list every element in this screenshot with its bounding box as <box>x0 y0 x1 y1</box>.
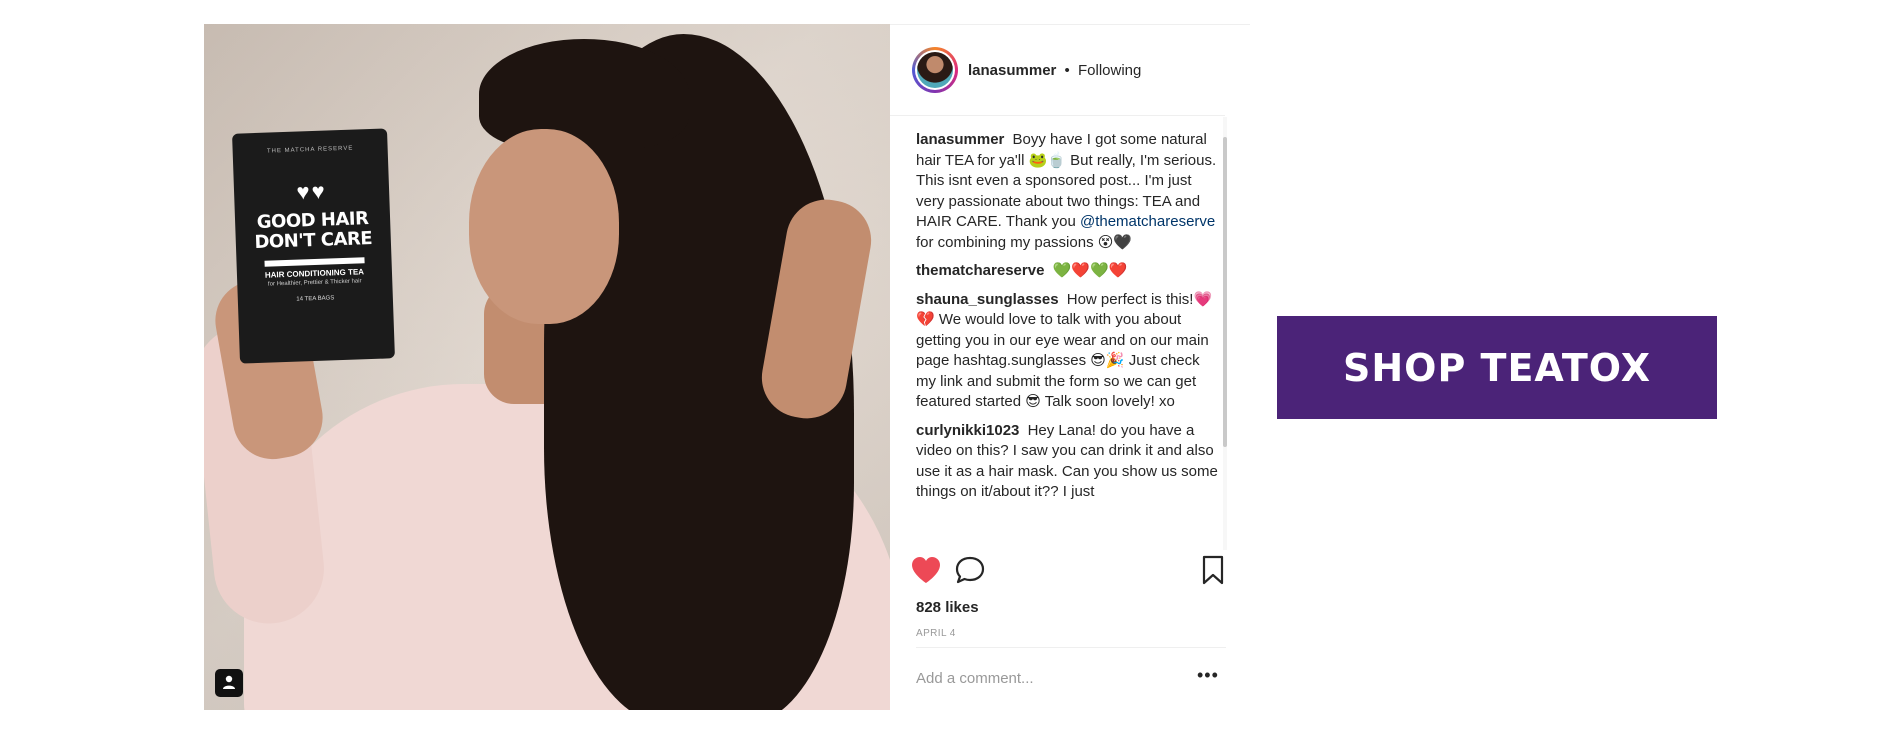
pouch-hearts: ♥♥ <box>296 178 328 205</box>
pouch-brand: THE MATCHA RESERVE <box>266 145 354 155</box>
comment-username[interactable]: curlynikki1023 <box>916 422 1019 439</box>
comment: curlynikki1023 Hey Lana! do you have a v… <box>916 421 1220 503</box>
pouch-divider <box>263 257 365 267</box>
photo-hair-top <box>479 39 689 149</box>
comment-mention[interactable]: @thematchareserve <box>1080 213 1215 230</box>
header-separator: • <box>1064 61 1070 79</box>
post-author-username[interactable]: lanasummer <box>968 62 1056 79</box>
shop-teatox-button[interactable]: SHOP TEATOX <box>1277 316 1717 419</box>
comment: shauna_sunglasses How perfect is this!💗💔… <box>916 290 1220 413</box>
comments-list[interactable]: lanasummer Boyy have I got some natural … <box>916 130 1220 550</box>
comment-username[interactable]: shauna_sunglasses <box>916 291 1059 308</box>
like-count[interactable]: 828 likes <box>916 599 979 616</box>
comment-text: How perfect is this!💗💔 We would love to … <box>916 290 1213 411</box>
bookmark-icon[interactable] <box>1200 555 1226 590</box>
comments-scrollbar[interactable] <box>1223 117 1227 550</box>
avatar-photo <box>917 52 953 88</box>
more-options-icon[interactable]: ••• <box>1197 665 1219 686</box>
comment-text: 💚❤️💚❤️ <box>1052 262 1128 279</box>
user-tag-icon[interactable] <box>215 669 243 697</box>
pouch-headline-line2: DON'T CARE <box>254 227 373 254</box>
comment-username[interactable]: thematchareserve <box>916 262 1044 279</box>
heart-icon[interactable] <box>910 555 942 590</box>
following-status[interactable]: Following <box>1078 62 1141 79</box>
comment-icon[interactable] <box>954 555 986 590</box>
post-actions <box>910 555 1230 591</box>
pouch-bag-count: 14 TEA BAGS <box>296 295 335 303</box>
avatar[interactable] <box>912 47 958 93</box>
comment-username[interactable]: lanasummer <box>916 131 1004 148</box>
post-sidebar: lanasummer • Following lanasummer Boyy h… <box>890 24 1250 711</box>
pouch-headline: GOOD HAIR DON'T CARE <box>235 208 391 253</box>
add-comment-input[interactable] <box>916 670 1136 687</box>
divider <box>916 647 1226 648</box>
photo-face <box>469 129 619 324</box>
scrollbar-thumb[interactable] <box>1223 137 1227 447</box>
instagram-post-embed: THE MATCHA RESERVE ♥♥ GOOD HAIR DON'T CA… <box>204 24 1250 710</box>
post-photo[interactable]: THE MATCHA RESERVE ♥♥ GOOD HAIR DON'T CA… <box>204 24 890 710</box>
comment: thematchareserve 💚❤️💚❤️ <box>916 261 1220 282</box>
product-pouch: THE MATCHA RESERVE ♥♥ GOOD HAIR DON'T CA… <box>232 128 395 364</box>
comment-text-end: for combining my passions 😵🖤 <box>916 233 1133 251</box>
post-header: lanasummer • Following <box>890 25 1225 116</box>
post-date[interactable]: APRIL 4 <box>916 628 956 639</box>
post-header-text: lanasummer • Following <box>968 62 1141 79</box>
comment: lanasummer Boyy have I got some natural … <box>916 130 1220 253</box>
